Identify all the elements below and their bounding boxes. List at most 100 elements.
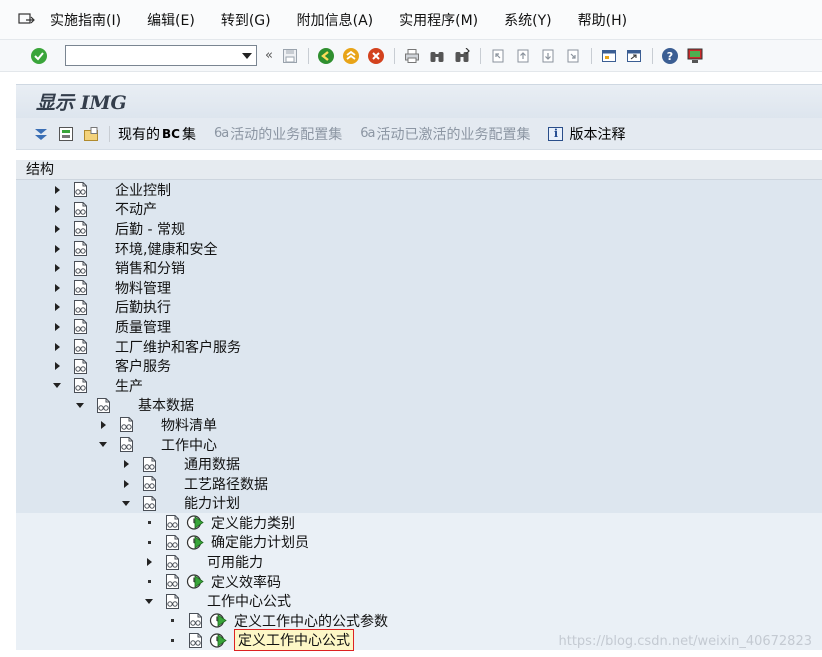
documentation-icon[interactable] — [118, 436, 135, 453]
menu-edit[interactable]: 编辑(E) — [147, 10, 195, 30]
expand-node-icon[interactable] — [144, 557, 154, 567]
expand-node-icon[interactable] — [52, 283, 62, 293]
tree-node-label[interactable]: 确定能力计划员 — [211, 532, 309, 552]
tree-node-label[interactable]: 可用能力 — [207, 552, 263, 572]
expand-node-icon[interactable] — [52, 342, 62, 352]
expand-node-icon[interactable] — [52, 263, 62, 273]
tree-node-label[interactable]: 工艺路径数据 — [184, 474, 268, 494]
documentation-icon[interactable] — [72, 240, 89, 257]
menu-system[interactable]: 系统(Y) — [504, 10, 551, 30]
tree-node[interactable]: 质量管理 — [16, 317, 822, 337]
tree-node-label[interactable]: 企业控制 — [115, 180, 171, 200]
create-session-icon[interactable] — [600, 47, 618, 65]
expand-node-icon[interactable] — [52, 244, 62, 254]
customize-layout-icon[interactable] — [686, 47, 704, 65]
expand-node-icon[interactable] — [98, 420, 108, 430]
tree-node-label[interactable]: 定义工作中心公式 — [234, 629, 354, 652]
tree-node[interactable]: 可用能力 — [16, 552, 822, 572]
collapse-node-icon[interactable] — [75, 400, 85, 410]
tree-node[interactable]: 后勤执行 — [16, 297, 822, 318]
tree-node[interactable]: 定义能力类别 — [16, 513, 822, 533]
documentation-icon[interactable] — [118, 416, 135, 433]
tree-node-label[interactable]: 定义效率码 — [211, 572, 281, 592]
release-notes-button[interactable]: i 版本注释 — [548, 124, 625, 144]
tree-node-label[interactable]: 后勤执行 — [115, 297, 171, 317]
tree-node-label[interactable]: 不动产 — [115, 199, 157, 219]
command-field[interactable] — [65, 45, 257, 66]
notes-folder-icon[interactable] — [82, 125, 100, 143]
documentation-icon[interactable] — [141, 475, 158, 492]
tree-node-label[interactable]: 能力计划 — [184, 493, 240, 513]
documentation-icon[interactable] — [187, 612, 204, 629]
documentation-icon[interactable] — [95, 397, 112, 414]
documentation-icon[interactable] — [72, 201, 89, 218]
command-input[interactable] — [66, 46, 236, 65]
menu-exit-icon[interactable] — [18, 12, 36, 27]
last-page-icon[interactable] — [564, 47, 582, 65]
documentation-icon[interactable] — [72, 358, 89, 375]
tree-node[interactable]: 工作中心公式 — [16, 591, 822, 612]
execute-activity-icon[interactable] — [208, 632, 228, 649]
tree-node[interactable]: 物料管理 — [16, 277, 822, 298]
current-bc-set-button[interactable]: 现有的 BC 集 — [118, 124, 196, 144]
documentation-icon[interactable] — [164, 573, 181, 590]
tree-node-label[interactable]: 后勤 - 常规 — [115, 219, 185, 239]
documentation-icon[interactable] — [72, 338, 89, 355]
collapse-node-icon[interactable] — [98, 440, 108, 450]
tree-node[interactable]: 后勤 - 常规 — [16, 219, 822, 239]
expand-node-icon[interactable] — [121, 459, 131, 469]
menu-utilities[interactable]: 实用程序(M) — [399, 10, 478, 30]
tree-node-label[interactable]: 通用数据 — [184, 454, 240, 474]
documentation-icon[interactable] — [72, 220, 89, 237]
find-node-icon[interactable] — [57, 125, 75, 143]
execute-activity-icon[interactable] — [185, 514, 205, 531]
tree-node[interactable]: 客户服务 — [16, 356, 822, 376]
tree-node[interactable]: 物料清单 — [16, 415, 822, 435]
shortcut-icon[interactable] — [625, 47, 643, 65]
tree-node[interactable]: 确定能力计划员 — [16, 532, 822, 553]
tree-node-label[interactable]: 生产 — [115, 376, 143, 396]
tree-node[interactable]: 企业控制 — [16, 180, 822, 200]
print-icon[interactable] — [403, 47, 421, 65]
double-chevron-icon[interactable]: « — [265, 48, 273, 63]
expand-node-icon[interactable] — [52, 185, 62, 195]
tree-node[interactable]: 通用数据 — [16, 454, 822, 474]
expand-all-icon[interactable] — [32, 125, 50, 143]
menu-help[interactable]: 帮助(H) — [578, 10, 627, 30]
expand-node-icon[interactable] — [52, 302, 62, 312]
tree-node-label[interactable]: 定义工作中心的公式参数 — [234, 611, 388, 631]
tree-node[interactable]: 能力计划 — [16, 493, 822, 514]
tree-node-label[interactable]: 销售和分销 — [115, 258, 185, 278]
tree-node[interactable]: 工厂维护和客户服务 — [16, 336, 822, 357]
collapse-node-icon[interactable] — [144, 596, 154, 606]
next-page-icon[interactable] — [539, 47, 557, 65]
tree-node[interactable]: 工作中心 — [16, 434, 822, 455]
documentation-icon[interactable] — [141, 456, 158, 473]
documentation-icon[interactable] — [164, 514, 181, 531]
documentation-icon[interactable] — [72, 299, 89, 316]
tree-node[interactable]: 定义效率码 — [16, 571, 822, 592]
tree-node-label[interactable]: 工厂维护和客户服务 — [115, 337, 241, 357]
active-bc-sets-button[interactable]: 6a 活动的业务配置集 — [214, 124, 342, 144]
tree-node[interactable]: 不动产 — [16, 199, 822, 220]
menu-extras[interactable]: 附加信息(A) — [297, 10, 374, 30]
menu-goto[interactable]: 转到(G) — [221, 10, 271, 30]
tree-node-label[interactable]: 质量管理 — [115, 317, 171, 337]
documentation-icon[interactable] — [72, 377, 89, 394]
documentation-icon[interactable] — [187, 632, 204, 649]
find-icon[interactable] — [428, 47, 446, 65]
tree-node-label[interactable]: 定义能力类别 — [211, 513, 295, 533]
execute-activity-icon[interactable] — [208, 612, 228, 629]
documentation-icon[interactable] — [141, 495, 158, 512]
documentation-icon[interactable] — [72, 318, 89, 335]
documentation-icon[interactable] — [72, 181, 89, 198]
help-icon[interactable]: ? — [661, 47, 679, 65]
find-next-icon[interactable] — [453, 47, 471, 65]
first-page-icon[interactable] — [489, 47, 507, 65]
documentation-icon[interactable] — [164, 534, 181, 551]
menu-guide[interactable]: 实施指南(I) — [50, 10, 121, 30]
save-icon[interactable] — [281, 47, 299, 65]
tree-node[interactable]: 工艺路径数据 — [16, 473, 822, 494]
tree-node[interactable]: 基本数据 — [16, 395, 822, 416]
tree-node[interactable]: 环境,健康和安全 — [16, 238, 822, 259]
